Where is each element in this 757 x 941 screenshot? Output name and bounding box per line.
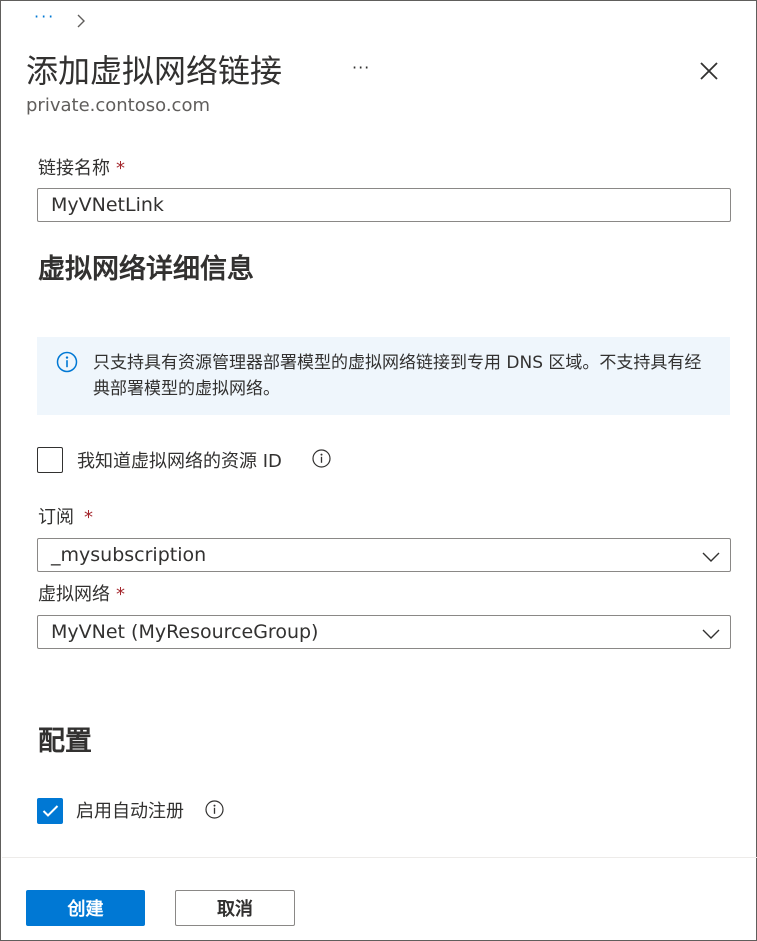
info-message-bar: 只支持具有资源管理器部署模型的虚拟网络链接到专用 DNS 区域。不支持具有经典部… [37, 337, 730, 415]
checkmark-icon [42, 805, 59, 817]
subscription-label-text: 订阅 [38, 507, 74, 528]
required-mark: * [84, 507, 93, 528]
link-name-label-text: 链接名称 [38, 158, 110, 179]
virtual-network-label: 虚拟网络 * [38, 583, 125, 607]
know-resource-id-checkbox[interactable] [37, 447, 63, 473]
subscription-value: _mysubscription [51, 544, 207, 566]
know-resource-id-label: 我知道虚拟网络的资源 ID [77, 451, 282, 472]
chevron-down-icon [702, 548, 720, 567]
configuration-heading: 配置 [38, 726, 92, 757]
chevron-right-icon [77, 14, 86, 28]
vnet-details-heading: 虚拟网络详细信息 [38, 254, 254, 285]
subscription-dropdown[interactable]: _mysubscription [37, 538, 731, 572]
required-mark: * [116, 158, 125, 179]
footer-divider [2, 857, 757, 858]
link-name-input[interactable]: MyVNetLink [37, 188, 731, 222]
auto-registration-label: 启用自动注册 [76, 801, 184, 822]
cancel-button[interactable]: 取消 [175, 890, 295, 926]
required-mark: * [116, 584, 125, 605]
close-icon [699, 61, 719, 85]
blade-panel: ··· 添加虚拟网络链接 ··· private.contoso.com 链接名… [0, 0, 757, 941]
page-title: 添加虚拟网络链接 [26, 52, 283, 90]
link-name-value: MyVNetLink [51, 194, 164, 216]
chevron-down-icon [702, 625, 720, 644]
create-button[interactable]: 创建 [26, 890, 145, 926]
info-icon [56, 351, 78, 377]
link-name-label: 链接名称 * [38, 157, 125, 181]
page-subtitle: private.contoso.com [26, 95, 210, 116]
info-message-text: 只支持具有资源管理器部署模型的虚拟网络链接到专用 DNS 区域。不支持具有经典部… [93, 353, 702, 399]
close-button[interactable] [693, 57, 725, 89]
subscription-label: 订阅 * [38, 506, 93, 530]
breadcrumb: ··· [34, 9, 86, 33]
breadcrumb-more-button[interactable]: ··· [34, 9, 55, 33]
info-icon[interactable] [312, 449, 331, 472]
virtual-network-value: MyVNet (MyResourceGroup) [51, 621, 319, 643]
info-icon[interactable] [205, 800, 224, 823]
virtual-network-dropdown[interactable]: MyVNet (MyResourceGroup) [37, 615, 731, 649]
title-more-button[interactable]: ··· [352, 58, 370, 77]
virtual-network-label-text: 虚拟网络 [38, 584, 110, 605]
auto-registration-checkbox[interactable] [37, 798, 63, 824]
